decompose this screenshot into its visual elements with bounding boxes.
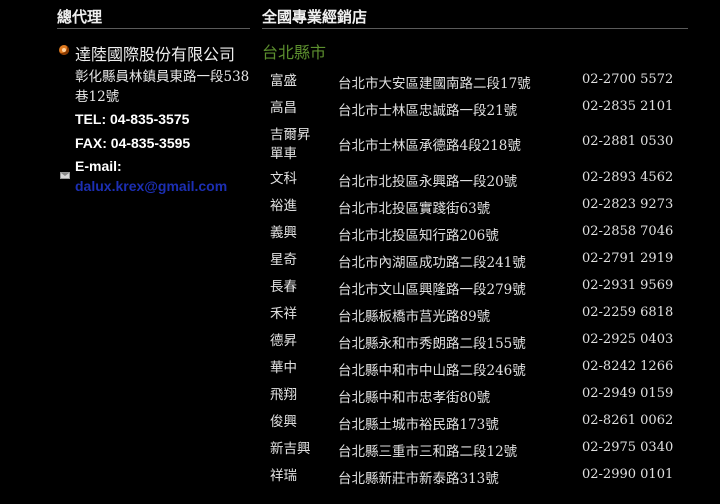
dealer-row: 德昇 台北縣永和市秀朗路二段155號 02-2925 0403 [262,328,702,355]
dealer-row: 裕進 台北市北投區實踐街63號 02-2823 9273 [262,193,702,220]
dealer-row: 高昌 台北市士林區忠誠路一段21號 02-2835 2101 [262,95,702,122]
dealer-address: 台北市大安區建國南路二段17號 [338,76,531,92]
dealers-header: 全國專業經銷店 [262,6,688,29]
dealer-name: 新吉興 [270,441,311,457]
bullet-icon [59,45,69,55]
dealer-row: 禾祥 台北縣板橋市莒光路89號 02-2259 6818 [262,301,702,328]
dealer-name: 吉爾昇單車 [270,127,311,162]
dealer-row: 文科 台北市北投區永興路一段20號 02-2893 4562 [262,166,702,193]
dealer-name: 俊興 [270,414,297,430]
dealer-row: 祥瑞 台北縣新莊市新泰路313號 02-2990 0101 [262,463,702,490]
dealer-row: 吉爾昇單車 台北市士林區承德路4段218號 02-2881 0530 [262,122,702,166]
dealer-phone: 02-2835 2101 [582,99,674,114]
dealer-phone: 02-2791 2919 [582,251,674,266]
dealer-address: 台北市北投區知行路206號 [338,228,499,244]
dealer-row: 飛翔 台北縣中和市忠孝街80號 02-2949 0159 [262,382,702,409]
dealer-address: 台北市士林區忠誠路一段21號 [338,103,518,119]
dealer-address: 台北縣土城市裕民路173號 [338,417,499,433]
dealer-phone: 02-2931 9569 [582,278,674,293]
dealer-row: 星奇 台北市內湖區成功路二段241號 02-2791 2919 [262,247,702,274]
dealer-row: 長春 台北市文山區興隆路一段279號 02-2931 9569 [262,274,702,301]
dealer-name: 長春 [270,279,297,295]
dealer-list: 富盛 台北市大安區建國南路二段17號 02-2700 5572 高昌 台北市士林… [262,68,702,490]
company-tel: TEL: 04-835-3575 [75,111,190,127]
dealer-phone: 02-8261 0062 [582,413,674,428]
dealer-name: 德昇 [270,333,297,349]
distributor-header: 總代理 [57,6,250,29]
email-link[interactable]: dalux.krex@gmail.com [75,178,227,194]
dealer-phone: 02-2823 9273 [582,197,674,212]
dealer-phone: 02-2700 5572 [582,72,674,87]
dealer-phone: 02-2858 7046 [582,224,674,239]
dealer-name: 華中 [270,360,297,376]
dealer-address: 台北縣新莊市新泰路313號 [338,471,499,487]
dealer-address: 台北縣中和市忠孝街80號 [338,390,491,406]
dealer-phone: 02-2949 0159 [582,386,674,401]
dealer-row: 新吉興 台北縣三重市三和路二段12號 02-2975 0340 [262,436,702,463]
dealer-address: 台北市文山區興隆路一段279號 [338,282,526,298]
dealer-phone: 02-2893 4562 [582,170,674,185]
dealer-phone: 02-2925 0403 [582,332,674,347]
dealer-name: 禾祥 [270,306,297,322]
dealer-address: 台北市北投區永興路一段20號 [338,174,518,190]
dealer-name: 祥瑞 [270,468,297,484]
dealer-address: 台北縣中和市中山路二段246號 [338,363,526,379]
email-label: E-mail: [75,158,122,174]
dealer-phone: 02-8242 1266 [582,359,674,374]
dealer-name: 義興 [270,225,297,241]
dealer-row: 富盛 台北市大安區建國南路二段17號 02-2700 5572 [262,68,702,95]
dealer-name: 文科 [270,171,297,187]
region-title: 台北縣市 [262,43,327,62]
dealer-phone: 02-2990 0101 [582,467,674,482]
company-fax: FAX: 04-835-3595 [75,135,191,151]
dealer-phone: 02-2259 6818 [582,305,674,320]
dealer-name: 星奇 [270,252,297,268]
company-name: 達陸國際股份有限公司 [75,45,236,64]
dealer-phone: 02-2881 0530 [582,134,674,149]
dealer-name: 裕進 [270,198,297,214]
dealer-row: 義興 台北市北投區知行路206號 02-2858 7046 [262,220,702,247]
company-address: 彰化縣員林鎮員東路一段538巷12號 [75,69,250,105]
dealer-row: 俊興 台北縣土城市裕民路173號 02-8261 0062 [262,409,702,436]
dealer-address: 台北市內湖區成功路二段241號 [338,255,526,271]
dealer-name: 富盛 [270,73,297,89]
dealer-name: 高昌 [270,100,297,116]
dealer-phone: 02-2975 0340 [582,440,674,455]
mail-icon [60,172,70,179]
dealer-address: 台北縣永和市秀朗路二段155號 [338,336,526,352]
dealer-address: 台北市士林區承德路4段218號 [338,138,521,154]
dealer-row: 華中 台北縣中和市中山路二段246號 02-8242 1266 [262,355,702,382]
dealer-name: 飛翔 [270,387,297,403]
distributor-panel: 總代理 達陸國際股份有限公司 彰化縣員林鎮員東路一段538巷12號 TEL: 0… [0,0,250,504]
dealer-address: 台北縣三重市三和路二段12號 [338,444,518,460]
dealer-address: 台北縣板橋市莒光路89號 [338,309,491,325]
dealer-address: 台北市北投區實踐街63號 [338,201,491,217]
